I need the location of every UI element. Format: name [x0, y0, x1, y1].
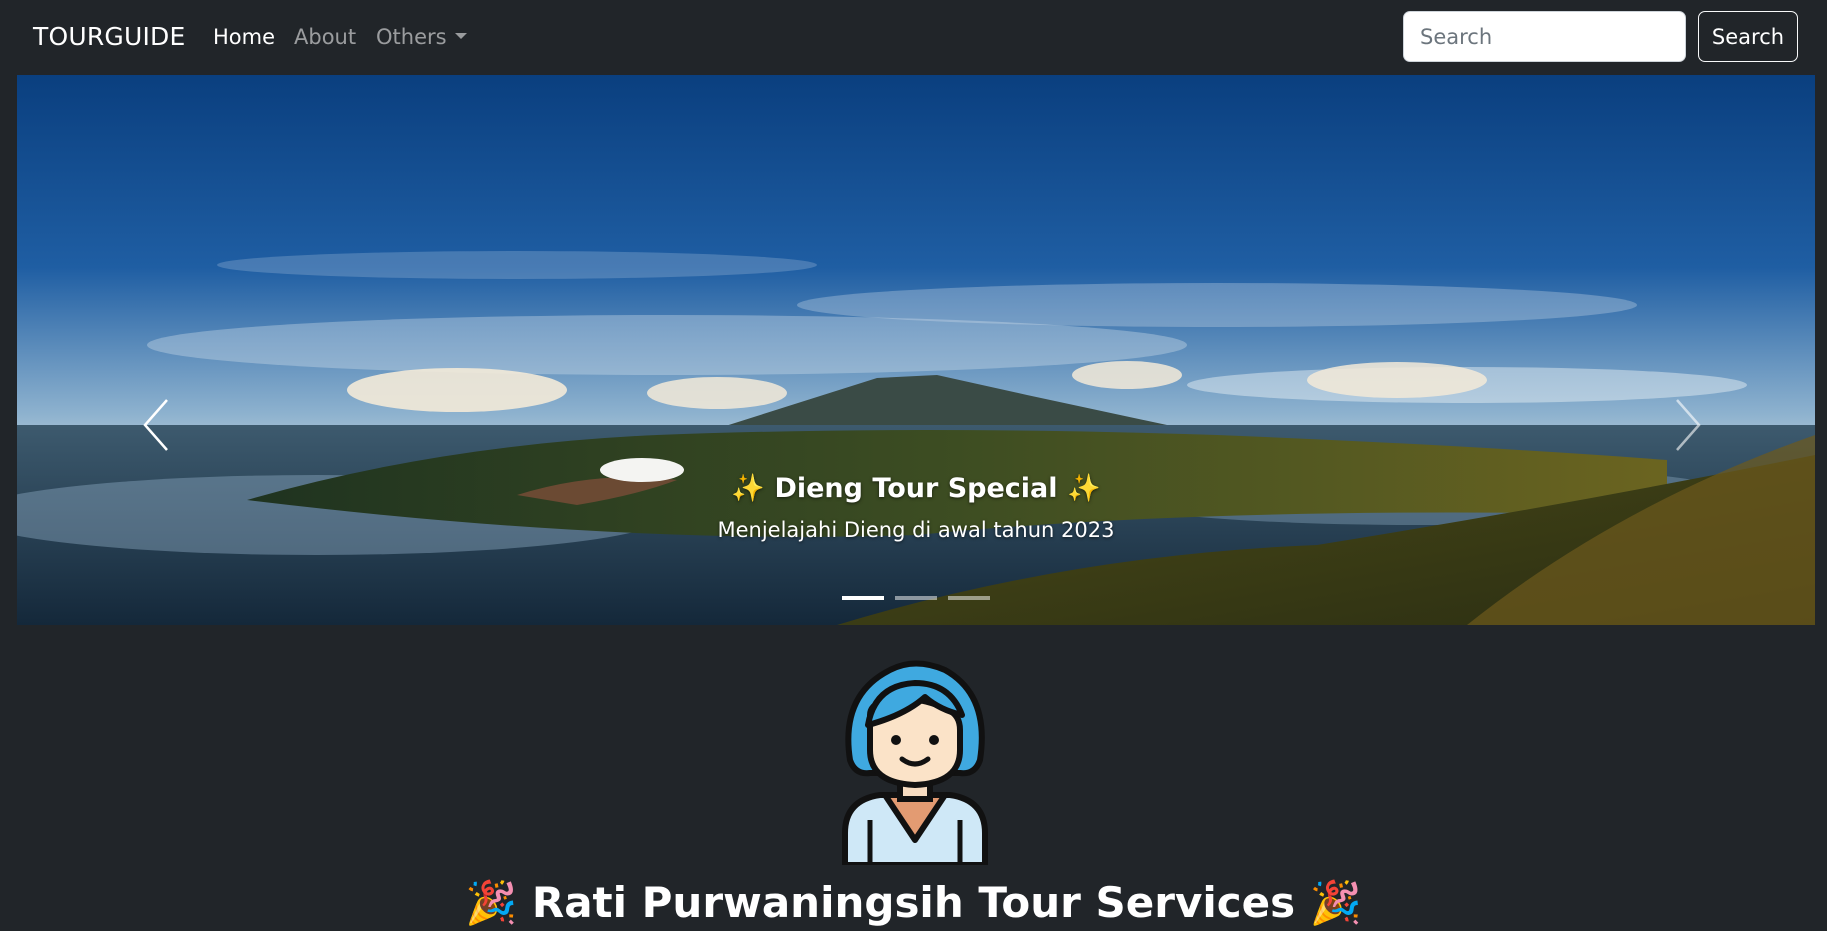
nav-dropdown-others[interactable]: Others — [376, 25, 467, 49]
carousel-indicator-3[interactable] — [948, 596, 991, 600]
carousel-indicator-2[interactable] — [895, 596, 937, 600]
caret-down-icon — [454, 33, 467, 39]
party-popper-icon: 🎉 — [1309, 878, 1363, 927]
navbar: TOURGUIDE Home About Others Search — [0, 0, 1827, 74]
chevron-right-icon — [1676, 399, 1701, 451]
search-input[interactable] — [1403, 11, 1686, 62]
brand-logo[interactable]: TOURGUIDE — [33, 22, 186, 51]
sparkles-icon: ✨ — [731, 473, 766, 504]
carousel-caption-title: ✨ Dieng Tour Special ✨ — [17, 472, 1815, 504]
carousel-next-button[interactable] — [1667, 395, 1707, 455]
carousel-caption-subtitle: Menjelajahi Dieng di awal tahun 2023 — [717, 518, 1115, 542]
hero-carousel: ✨ Dieng Tour Special ✨ Menjelajahi Dieng… — [17, 75, 1815, 625]
search-button[interactable]: Search — [1698, 11, 1798, 62]
woman-avatar-icon — [842, 660, 988, 865]
nav-dropdown-label: Others — [376, 25, 447, 49]
nav-link-about[interactable]: About — [294, 25, 356, 49]
carousel-indicators — [17, 585, 1815, 604]
sparkles-icon: ✨ — [1066, 473, 1101, 504]
carousel-indicator-1[interactable] — [841, 596, 884, 600]
carousel-prev-button[interactable] — [137, 395, 177, 455]
carousel-slide-image — [17, 75, 1815, 625]
chevron-left-icon — [143, 399, 168, 451]
page-headline: 🎉 Rati Purwaningsih Tour Services 🎉 — [0, 878, 1827, 928]
party-popper-icon: 🎉 — [464, 878, 518, 927]
caption-title-text: Dieng Tour Special — [774, 473, 1058, 504]
headline-text: Rati Purwaningsih Tour Services — [531, 878, 1296, 927]
nav-link-home[interactable]: Home — [213, 25, 275, 49]
